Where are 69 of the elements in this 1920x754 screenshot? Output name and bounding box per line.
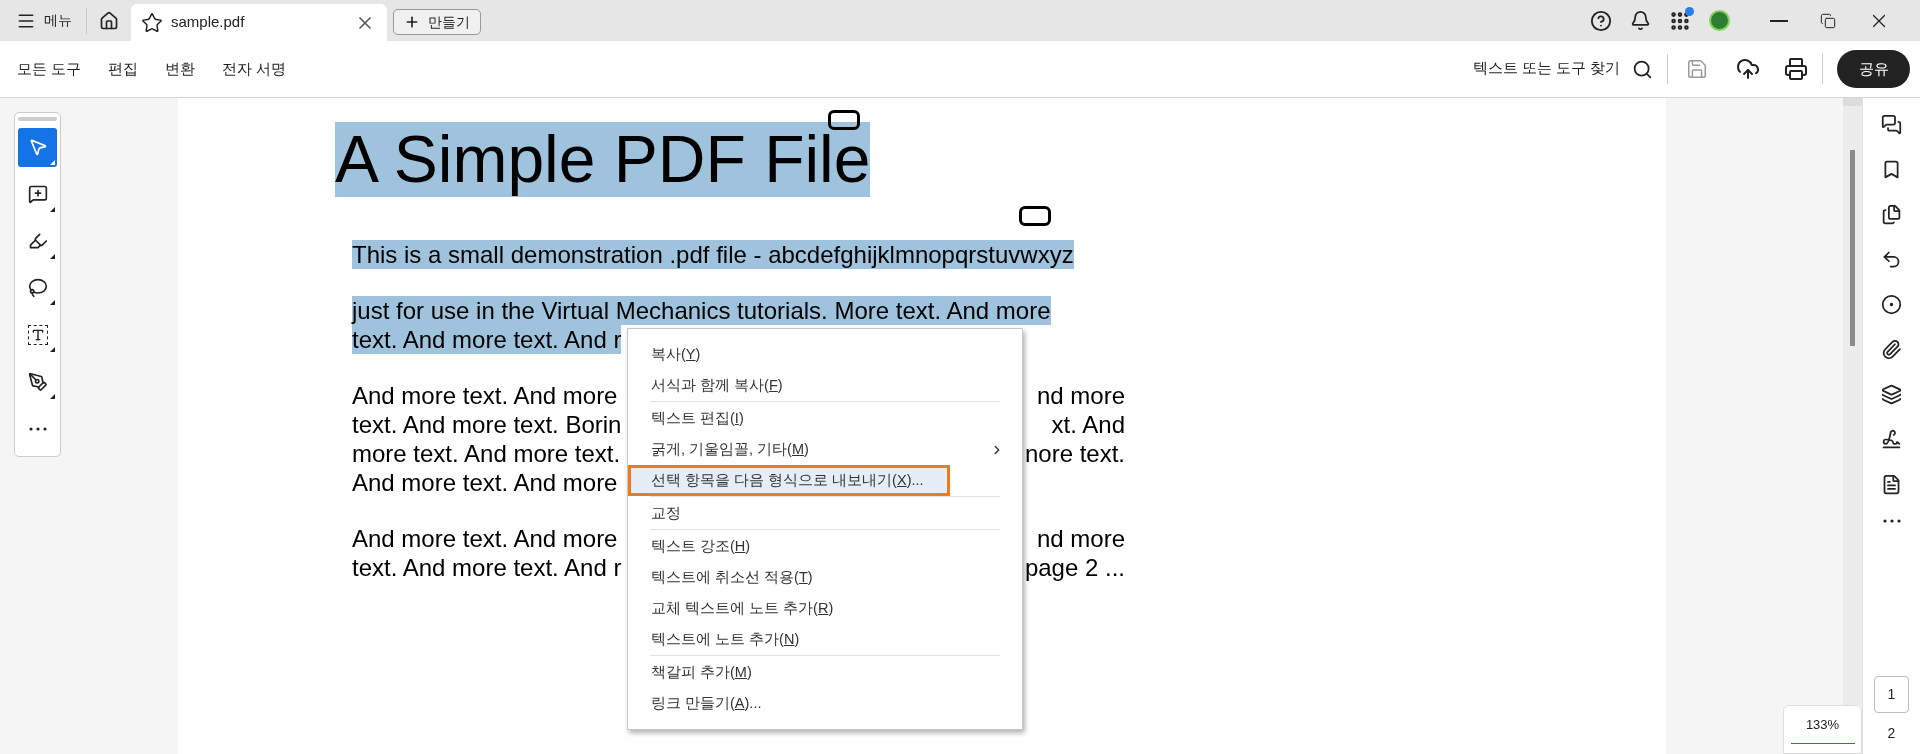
more-icon[interactable] bbox=[1882, 519, 1901, 523]
plus-icon bbox=[404, 14, 420, 30]
document-icon bbox=[1881, 474, 1902, 495]
text-line: And more text. And more bbox=[352, 524, 618, 553]
menu-item[interactable]: 텍스트 강조(H) bbox=[628, 531, 1022, 562]
apps-icon[interactable] bbox=[1669, 9, 1691, 32]
text-line: page 2 ... bbox=[1024, 553, 1125, 582]
text-line: text. And more text. Borin bbox=[352, 410, 622, 439]
save-icon bbox=[1686, 58, 1708, 80]
curved-arrow-icon bbox=[1881, 249, 1902, 270]
page-number[interactable]: 2 bbox=[1874, 715, 1909, 752]
pen-icon bbox=[1881, 429, 1902, 450]
create-button[interactable]: 만들기 bbox=[393, 9, 481, 35]
menu-item[interactable]: 모든 도구 bbox=[17, 57, 82, 81]
selection-handle[interactable] bbox=[828, 110, 860, 130]
text-line: more text. And more text. bbox=[352, 439, 621, 468]
text-line: text. And more text. And r bbox=[352, 553, 622, 582]
menu-item[interactable]: 교정 bbox=[628, 498, 1022, 529]
target-icon bbox=[1881, 294, 1902, 315]
page-number[interactable]: 1 bbox=[1874, 676, 1909, 713]
pen-icon bbox=[27, 371, 48, 392]
menu-item[interactable]: 텍스트에 취소선 적용(T) bbox=[628, 562, 1022, 593]
menu-item[interactable]: 복사(Y) bbox=[628, 339, 1022, 370]
notification-icon bbox=[1630, 10, 1651, 31]
text-line: And more text. And more bbox=[352, 381, 618, 410]
menu-item[interactable]: 변환 bbox=[165, 57, 196, 81]
zoom-indicator[interactable]: 133% bbox=[1783, 705, 1862, 754]
text-box-icon bbox=[27, 324, 48, 345]
menu-button[interactable]: 메뉴 bbox=[0, 0, 86, 41]
text-line: And more text. And more bbox=[352, 468, 618, 497]
layers-icon bbox=[1881, 384, 1902, 405]
menu-item[interactable]: 편집 bbox=[108, 57, 139, 81]
comment-plus-icon bbox=[27, 184, 48, 205]
tab-title: sample.pdf bbox=[171, 12, 246, 33]
menu-item[interactable]: 텍스트에 노트 추가(N) bbox=[628, 624, 1022, 655]
scrollbar[interactable] bbox=[1843, 98, 1862, 705]
share-button[interactable]: 공유 bbox=[1837, 50, 1910, 88]
pointer-icon bbox=[27, 137, 48, 158]
menu-item[interactable]: 텍스트 편집(I) bbox=[628, 403, 1022, 434]
upload-icon bbox=[1736, 57, 1760, 81]
avatar[interactable] bbox=[1709, 10, 1730, 31]
text-line: nore text. bbox=[1024, 439, 1125, 468]
document-tab[interactable]: sample.pdf bbox=[131, 4, 387, 41]
minimize-icon[interactable] bbox=[1770, 19, 1788, 22]
selection-handle[interactable] bbox=[1019, 206, 1051, 226]
star-icon bbox=[141, 11, 163, 34]
text-line: nd more bbox=[1036, 524, 1125, 553]
chat-bubbles-icon bbox=[1881, 114, 1902, 135]
help-icon bbox=[1590, 9, 1612, 32]
text-line: nd more bbox=[1036, 381, 1125, 410]
menu-item[interactable]: 전자 서명 bbox=[222, 57, 287, 81]
lasso-icon bbox=[27, 277, 48, 298]
search-icon bbox=[1632, 58, 1653, 80]
text-line: xt. And bbox=[1051, 410, 1125, 439]
highlighter-icon bbox=[27, 231, 48, 252]
menu-item[interactable]: 링크 만들기(A)... bbox=[628, 688, 1022, 719]
search-label[interactable]: 텍스트 또는 도구 찾기 bbox=[1472, 58, 1620, 80]
more-icon[interactable] bbox=[28, 426, 47, 431]
menu-item[interactable]: 책갈피 추가(M) bbox=[628, 657, 1022, 688]
print-icon bbox=[1784, 57, 1808, 81]
menu-item[interactable]: 선택 항목을 다음 형식으로 내보내기(X)... bbox=[628, 465, 950, 496]
restore-icon bbox=[1820, 12, 1836, 29]
menu-item[interactable]: 서식과 함께 복사(F) bbox=[628, 370, 1022, 401]
menu-item[interactable]: 교체 텍스트에 노트 추가(R) bbox=[628, 593, 1022, 624]
home-icon bbox=[99, 10, 119, 31]
menu-item[interactable]: 굵게, 기울임꼴, 기타(M) bbox=[628, 434, 1022, 465]
paperclip-icon bbox=[1881, 339, 1902, 360]
document-title: A Simple PDF File bbox=[335, 122, 871, 197]
pages-icon bbox=[1881, 204, 1902, 225]
